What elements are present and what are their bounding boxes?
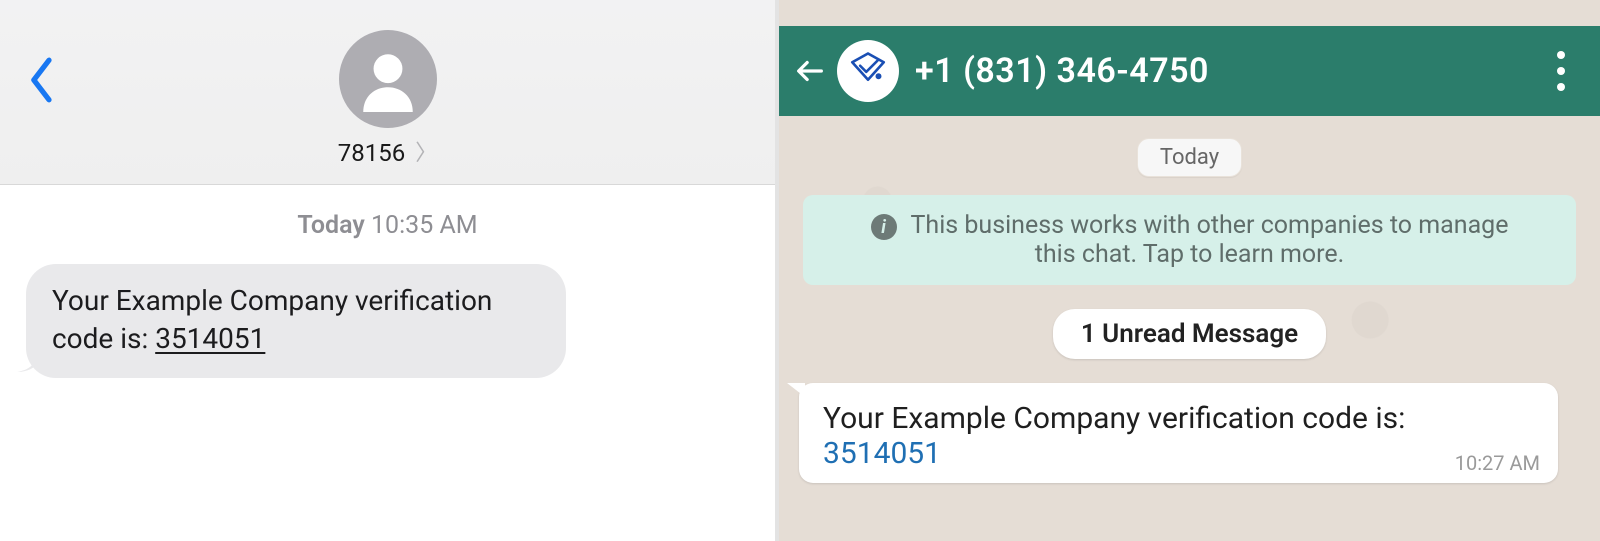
- incoming-message-bubble[interactable]: Your Example Company verification code i…: [799, 383, 1558, 483]
- info-icon: i: [871, 214, 897, 240]
- date-separator: Today: [1137, 138, 1242, 177]
- contact-avatar[interactable]: [339, 30, 437, 128]
- verified-shield-icon: [847, 50, 889, 92]
- contact-shortcode: 78156: [338, 139, 405, 167]
- unread-separator: 1 Unread Message: [1053, 309, 1326, 359]
- verification-code[interactable]: 3514051: [155, 322, 265, 355]
- whatsapp-chat-header: +1 (831) 346-4750: [779, 26, 1600, 116]
- ios-chat-body: Today 10:35 AM Your Example Company veri…: [0, 185, 775, 541]
- person-silhouette-icon: [355, 46, 421, 112]
- whatsapp-screenshot: +1 (831) 346-4750 Today i This business …: [779, 0, 1600, 541]
- ios-chat-header: 78156 〉: [0, 0, 775, 185]
- chevron-right-icon: 〉: [415, 141, 437, 166]
- contact-avatar[interactable]: [837, 40, 899, 102]
- message-row: Your Example Company verification code i…: [26, 264, 749, 378]
- message-time: 10:27 AM: [1455, 451, 1540, 475]
- more-options-button[interactable]: [1538, 41, 1584, 101]
- message-row: Your Example Company verification code i…: [799, 383, 1580, 483]
- kebab-menu-icon: [1557, 47, 1565, 95]
- ios-messages-screenshot: 78156 〉 Today 10:35 AM Your Example Comp…: [0, 0, 775, 541]
- business-info-banner[interactable]: i This business works with other compani…: [803, 195, 1576, 285]
- business-info-text-line1: This business works with other companies…: [911, 211, 1509, 240]
- contact-name[interactable]: 78156 〉: [0, 136, 775, 168]
- arrow-left-icon: [793, 54, 827, 88]
- bubble-tail-icon: [17, 350, 39, 372]
- verification-code[interactable]: 3514051: [823, 436, 941, 471]
- business-info-text-line2: this chat. Tap to learn more.: [825, 240, 1554, 269]
- chevron-left-icon: [28, 56, 56, 104]
- back-button[interactable]: [28, 56, 66, 108]
- message-timestamp: Today 10:35 AM: [26, 211, 749, 240]
- contact-phone-number[interactable]: +1 (831) 346-4750: [915, 51, 1538, 91]
- timestamp-time: 10:35 AM: [371, 211, 478, 240]
- back-button[interactable]: [785, 46, 835, 96]
- timestamp-day: Today: [297, 211, 364, 240]
- bubble-tail-icon: [787, 383, 805, 401]
- message-text: Your Example Company verification code i…: [52, 284, 492, 355]
- message-text: Your Example Company verification code i…: [823, 401, 1405, 436]
- whatsapp-chat-body: Today i This business works with other c…: [779, 116, 1600, 541]
- incoming-message-bubble[interactable]: Your Example Company verification code i…: [26, 264, 566, 378]
